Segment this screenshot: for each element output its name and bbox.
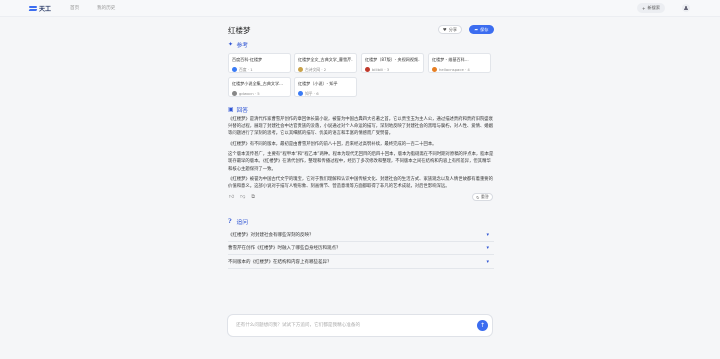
share-arrow-icon: ➦ <box>474 27 479 32</box>
top-bar: 天工 首页 我的历史 + 新搜索 <box>0 0 720 17</box>
reference-source: 古诗文网 · 2 <box>305 66 327 72</box>
source-favicon-icon <box>232 67 237 72</box>
regenerate-button[interactable]: ↻ 重答 <box>472 193 493 201</box>
heart-icon: ♥ <box>442 27 447 32</box>
answer-body: 《红楼梦》是清代作家曹雪芹创作的章回体长篇小说，被誉为中国古典四大名著之首。它以… <box>228 116 494 194</box>
arrow-up-icon: ↑ <box>479 322 486 329</box>
reference-title: 百度百科-红楼梦 <box>232 56 263 62</box>
follow-up-question[interactable]: 不同版本的《红楼梦》在结构和内容上有哪些差异？ ▾ <box>228 256 494 269</box>
question-icon: ❓︎ <box>228 217 232 225</box>
reference-card[interactable]: 红楼梦 - 维基百科... hellocnspace · 4 <box>428 53 491 73</box>
follow-up-text: 曹雪芹在创作《红楼梦》时融入了哪些自身经历和观点？ <box>228 246 341 251</box>
new-search-button[interactable]: + 新搜索 <box>637 3 665 13</box>
regenerate-label: 重答 <box>480 194 489 199</box>
answer-paragraph: 《红楼梦》是清代作家曹雪芹创作的章回体长篇小说，被誉为中国古典四大名著之首。它以… <box>228 117 493 137</box>
follow-up-heading: ❓︎ 追问 <box>228 217 248 226</box>
reference-title: 红楼梦 - 维基百科... <box>432 56 469 62</box>
source-favicon-icon <box>298 67 303 72</box>
answer-paragraph: 这个版本流传甚广，主要有“程甲本”和“程乙本”两种。程本为现代无回目的后四十回本… <box>228 152 494 172</box>
reference-title: 红楼梦全文_古典文学_曹雪芹... <box>298 56 353 62</box>
nav-home[interactable]: 首页 <box>70 5 79 11</box>
logo-text: 天工 <box>39 6 52 13</box>
refresh-icon: ↻ <box>476 194 480 200</box>
reference-source: hellocnspace · 4 <box>439 66 470 72</box>
save-label: 保存 <box>480 26 489 32</box>
reference-source: 百度 · 1 <box>239 66 253 72</box>
logo-icon <box>29 5 37 12</box>
chat-bubble-icon: ▣ <box>228 105 234 113</box>
reference-card[interactable]: 红楼梦（小说）- 知乎 知乎 · 6 <box>294 77 357 97</box>
reference-card[interactable]: 红楼梦全文_古典文学_曹雪芹... 古诗文网 · 2 <box>294 53 357 73</box>
follow-up-question[interactable]: 曹雪芹在创作《红楼梦》时融入了哪些自身经历和观点？ ▾ <box>228 242 494 255</box>
reference-source: gdwxcn · 5 <box>239 90 260 96</box>
follow-up-question[interactable]: 《红楼梦》对封建社会有哪些深刻的反映？ ▾ <box>228 229 494 242</box>
page-title: 红楼梦 <box>228 26 251 35</box>
share-label: 分享 <box>448 26 458 32</box>
ask-input-placeholder[interactable]: 还有什么问题想问我？试试下方追问，它们都是我精心准备的 <box>236 322 360 328</box>
save-button[interactable]: ➦ 保存 <box>469 25 494 34</box>
reference-card[interactable]: 百度百科-红楼梦 百度 · 1 <box>228 53 291 73</box>
thumbs-down-icon[interactable]: 👎︎ <box>240 194 245 200</box>
reference-source: 知乎 · 6 <box>305 90 319 96</box>
references-heading-text: 参考 <box>236 43 249 49</box>
copy-icon[interactable]: ⧉ <box>251 194 255 200</box>
send-button[interactable]: ↑ <box>477 320 488 331</box>
feedback-actions: 👍︎ 👎︎ ⧉ <box>229 194 255 200</box>
nav-history[interactable]: 我的历史 <box>97 5 115 11</box>
chevron-down-icon: ▾ <box>486 245 489 251</box>
chevron-down-icon: ▾ <box>486 259 489 265</box>
source-favicon-icon <box>232 90 237 96</box>
reference-title: 红楼梦（87版）- 央视网视频... <box>365 56 420 62</box>
answer-heading-text: 回答 <box>236 108 249 114</box>
answer-paragraph: 《红楼梦》被誉为中国古代文学的瑰宝，它对于我们理解和认识中国传统文化、封建社会的… <box>228 176 493 190</box>
new-search-label: 新搜索 <box>647 5 661 10</box>
ask-input-box[interactable]: 还有什么问题想问我？试试下方追问，它们都是我精心准备的 ↑ <box>227 314 493 337</box>
follow-up-heading-text: 追问 <box>236 220 249 226</box>
logo[interactable]: 天工 <box>29 4 51 13</box>
reference-card[interactable]: 红楼梦（87版）- 央视网视频... bilibili · 3 <box>361 53 424 73</box>
chevron-down-icon: ▾ <box>486 232 489 238</box>
answer-heading: ▣ 回答 <box>228 105 248 114</box>
reference-title: 红楼梦小说全集_古典文学... <box>232 80 283 86</box>
reference-source: bilibili · 3 <box>372 66 390 72</box>
reference-title: 红楼梦（小说）- 知乎 <box>298 80 338 86</box>
source-favicon-icon <box>365 66 370 72</box>
reference-card[interactable]: 红楼梦小说全集_古典文学... gdwxcn · 5 <box>228 77 291 97</box>
sparkle-icon: ✦ <box>228 40 234 48</box>
plus-icon: + <box>641 5 646 11</box>
follow-up-text: 《红楼梦》对封建社会有哪些深刻的反映？ <box>228 233 314 238</box>
answer-paragraph: 《红楼梦》有不同的版本，最初是由曹雪芹创作的前八十回，后来经过高鹗补续，最终完成… <box>228 141 437 147</box>
source-favicon-icon <box>432 66 437 72</box>
user-avatar-icon[interactable] <box>682 4 690 12</box>
thumbs-up-icon[interactable]: 👍︎ <box>229 194 234 200</box>
references-heading: ✦ 参考 <box>228 40 248 49</box>
source-favicon-icon <box>298 91 303 96</box>
follow-up-text: 不同版本的《红楼梦》在结构和内容上有哪些差异？ <box>228 260 332 265</box>
share-button[interactable]: ♥ 分享 <box>438 25 462 34</box>
